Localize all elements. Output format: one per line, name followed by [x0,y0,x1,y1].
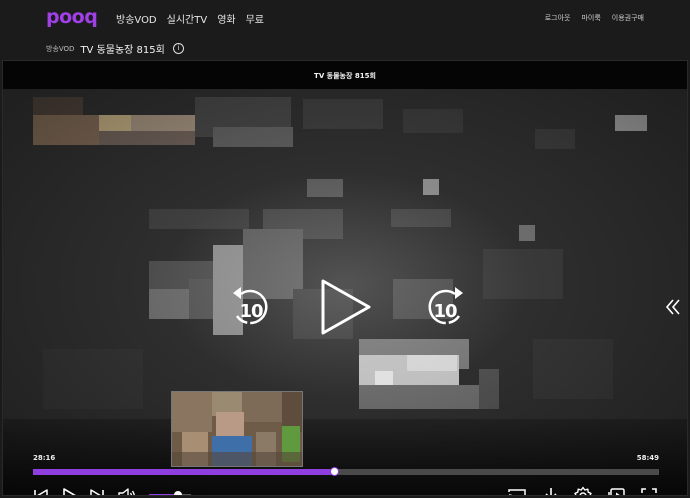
playlist-icon [608,488,625,495]
skip-previous-icon [34,489,48,495]
pooq-logo[interactable]: pooq [46,6,98,28]
skip-previous-button[interactable] [31,486,51,495]
forward-seconds: 10 [433,301,457,322]
buy-pass-link[interactable]: 이용권구매 [612,13,644,23]
play-button[interactable] [315,275,375,339]
double-chevron-left-icon [665,299,680,315]
top-navigation: pooq 방송VOD 실시간TV 영화 무료 로그아웃 마이룩 이용권구매 [0,0,690,36]
play-icon [321,279,371,335]
gear-icon [574,486,592,495]
duration: 58:49 [636,454,659,462]
current-time: 28:16 [33,454,56,462]
playlist-button[interactable] [607,486,627,495]
cast-button[interactable] [507,486,527,495]
volume-handle[interactable] [173,491,182,495]
video-frame[interactable]: 10 10 28:16 58:49 [3,89,687,495]
cast-icon [508,489,526,495]
settings-button[interactable] [573,486,593,495]
download-icon [545,488,557,495]
forward-10-button[interactable]: 10 [423,284,467,330]
breadcrumb: 방송VOD TV 동물농장 815회 i [46,41,184,56]
volume-button[interactable] [117,486,137,495]
skip-next-icon [90,489,104,495]
download-button[interactable] [541,486,561,495]
play-icon [63,488,76,495]
side-panel-toggle[interactable] [665,296,681,318]
controls-gradient [3,417,687,495]
volume-icon [118,488,135,495]
nav-item-live-tv[interactable]: 실시간TV [167,11,208,26]
progress-fill [33,469,335,475]
progress-bar[interactable] [33,467,659,476]
fullscreen-button[interactable] [639,486,659,495]
rewind-seconds: 10 [239,301,263,322]
page-title: TV 동물농장 815회 [80,45,165,56]
skip-next-button[interactable] [87,486,107,495]
breadcrumb-category[interactable]: 방송VOD [46,44,74,54]
nav-item-movie[interactable]: 영화 [217,11,235,26]
my-page-link[interactable]: 마이룩 [581,13,600,23]
logout-link[interactable]: 로그아웃 [545,13,571,23]
seek-preview-thumbnail [171,391,303,467]
info-icon[interactable]: i [172,43,184,54]
progress-handle[interactable] [330,467,340,476]
user-nav: 로그아웃 마이룩 이용권구매 [545,13,644,23]
volume-slider[interactable] [149,491,191,495]
video-player[interactable]: TV 동물농장 815회 10 10 28:16 58:49 [2,60,688,496]
rewind-10-button[interactable]: 10 [229,284,273,330]
play-small-button[interactable] [59,486,79,495]
fullscreen-icon [641,488,657,493]
player-title-bar: TV 동물농장 815회 [3,61,687,89]
preview-image [172,392,302,466]
nav-item-vod[interactable]: 방송VOD [116,11,157,26]
main-nav: 방송VOD 실시간TV 영화 무료 [116,11,264,26]
nav-item-free[interactable]: 무료 [246,11,264,26]
player-title: TV 동물농장 815회 [314,72,376,80]
